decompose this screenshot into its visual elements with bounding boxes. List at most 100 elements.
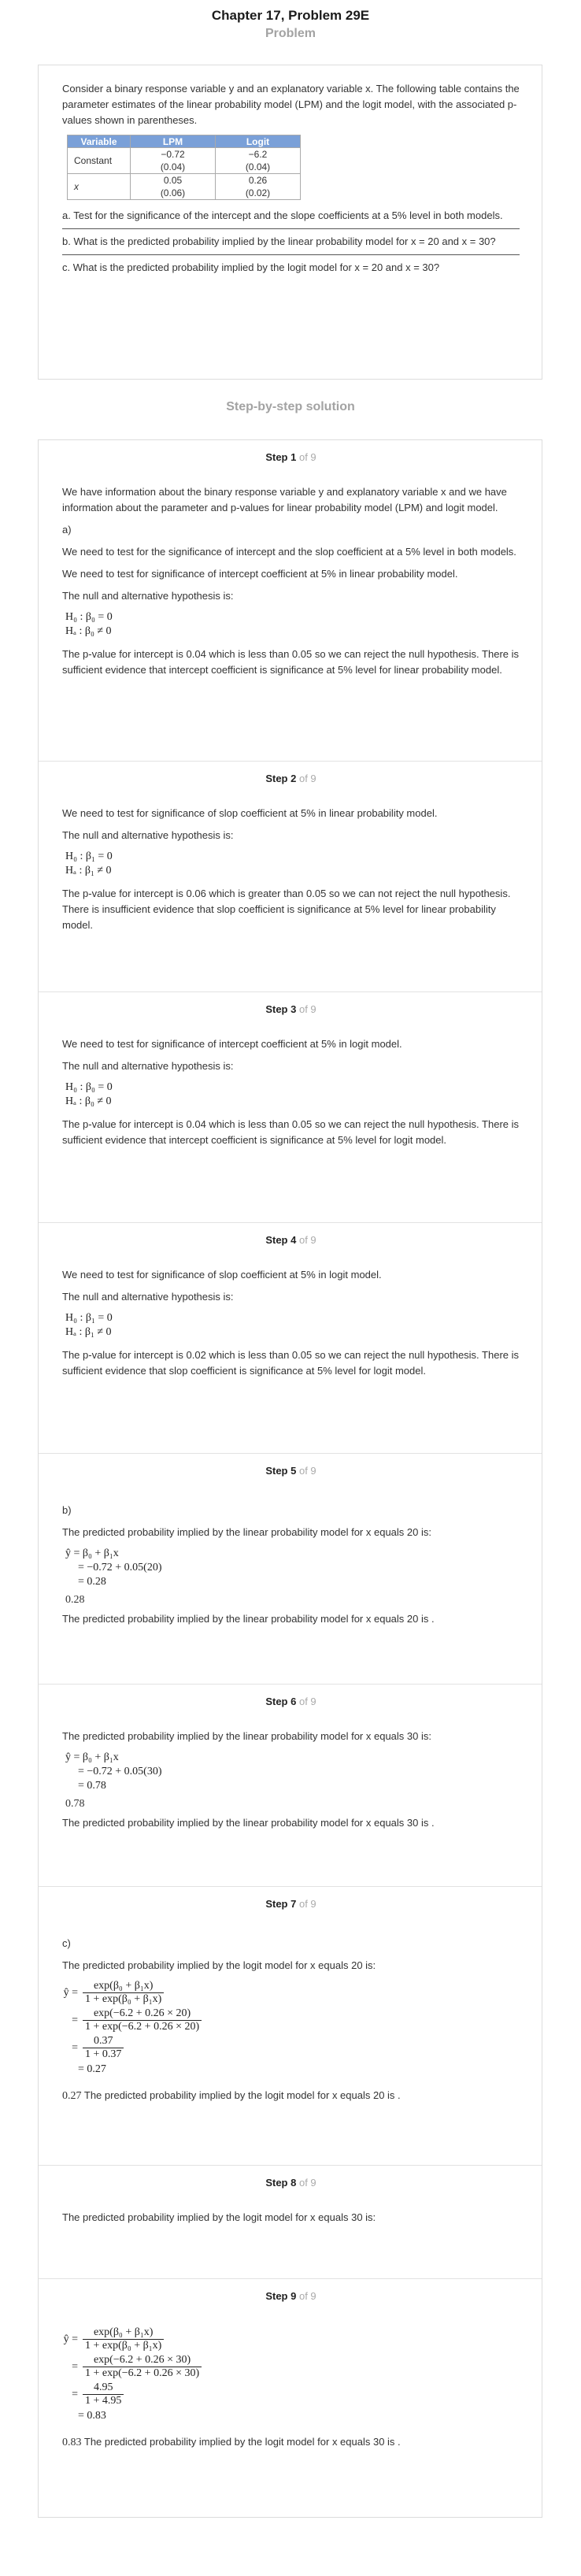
- cell-pvalue: (0.04): [245, 161, 271, 172]
- equation-line: ŷ = exp(β₀ + β₁x) 1 + exp(β₀ + β₁x): [62, 1980, 520, 2006]
- problem-part-a: a. Test for the significance of the inte…: [62, 209, 503, 221]
- step-header: Step 7 of 9: [62, 1887, 520, 1931]
- equation-line: = 0.37 1 + 0.37: [62, 2035, 520, 2061]
- parameter-table: Variable LPM Logit Constant −0.72 (0.04) …: [67, 135, 301, 200]
- step-7: Step 7 of 9 c) The predicted probability…: [39, 1887, 542, 2166]
- denominator: 1 + exp(−6.2 + 0.26 × 30): [85, 2367, 200, 2379]
- equation-line: = −0.72 + 0.05(30): [78, 1766, 162, 1777]
- final-answer: 0.78: [65, 1798, 85, 1810]
- numerator: exp(−6.2 + 0.26 × 20): [83, 2007, 202, 2021]
- step-count: of 9: [298, 451, 316, 463]
- table-row: Constant −0.72 (0.04) −6.2 (0.04): [67, 147, 301, 174]
- step-conclusion: 0.83 The predicted probability implied b…: [62, 2434, 520, 2451]
- step-text: The predicted probability implied by the…: [83, 2089, 401, 2101]
- equation-line: = 0.83: [78, 2410, 106, 2422]
- step-text: We need to test for significance of inte…: [62, 568, 458, 580]
- equation-line: ŷ = β₀ + β₁x: [65, 1751, 119, 1763]
- step-5: Step 5 of 9 b) The predicted probability…: [39, 1454, 542, 1685]
- step-text: The predicted probability implied by the…: [62, 1526, 431, 1538]
- step-6: Step 6 of 9 The predicted probability im…: [39, 1685, 542, 1887]
- step-count: of 9: [298, 1696, 316, 1707]
- table-header: Logit: [215, 135, 301, 148]
- table-cell: Constant: [67, 147, 131, 174]
- final-answer: 0.83: [62, 2437, 82, 2448]
- equation-line: = −0.72 + 0.05(20): [78, 1562, 162, 1573]
- fraction: 4.95 1 + 4.95: [83, 2381, 124, 2407]
- denominator: 1 + exp(β₀ + β₁x): [85, 2340, 162, 2352]
- step-header: Step 2 of 9: [62, 762, 520, 806]
- table-cell: −6.2 (0.04): [215, 147, 301, 174]
- problem-intro: Consider a binary response variable y an…: [62, 83, 520, 126]
- fraction: 0.37 1 + 0.37: [83, 2035, 124, 2061]
- denominator: 1 + 0.37: [85, 2048, 122, 2060]
- step-header: Step 1 of 9: [62, 440, 520, 484]
- page-title: Chapter 17, Problem 29E: [211, 8, 370, 23]
- null-hypothesis: H₀ : β₀ = 0: [65, 611, 113, 623]
- logit-formula: ŷ = exp(β₀ + β₁x) 1 + exp(β₀ + β₁x) = exp(−…: [62, 2326, 520, 2423]
- problem-part-b: b. What is the predicted probability imp…: [62, 235, 496, 247]
- table-header: LPM: [130, 135, 216, 148]
- step-label: Step 1: [265, 451, 297, 463]
- cell-value: 0.05: [163, 175, 183, 186]
- step-label: Step 7: [265, 1898, 297, 1910]
- null-hypothesis: H₀ : β₀ = 0: [65, 1081, 113, 1093]
- step-text: The null and alternative hypothesis is:: [62, 1060, 234, 1072]
- step-header: Step 6 of 9: [62, 1685, 520, 1729]
- table-cell: 0.05 (0.06): [130, 173, 216, 200]
- problem-heading: Problem: [265, 27, 316, 40]
- cell-value: −0.72: [161, 149, 185, 160]
- denominator: 1 + exp(β₀ + β₁x): [85, 1993, 162, 2005]
- step-text: We need to test for significance of slop…: [62, 807, 438, 819]
- problem-card: Consider a binary response variable y an…: [38, 65, 542, 380]
- solution-heading: Step-by-step solution: [226, 400, 355, 413]
- step-8: Step 8 of 9 The predicted probability im…: [39, 2166, 542, 2279]
- step-text: The p-value for intercept is 0.04 which …: [62, 648, 520, 676]
- equation-line: = 0.28: [78, 1576, 106, 1588]
- step-count: of 9: [298, 1234, 316, 1246]
- step-count: of 9: [298, 1898, 316, 1910]
- cell-value: −6.2: [248, 149, 268, 160]
- numerator: exp(−6.2 + 0.26 × 30): [83, 2354, 202, 2367]
- solution-steps: Step 1 of 9 We have information about th…: [38, 439, 542, 2518]
- step-text: The predicted probability implied by the…: [83, 2436, 401, 2448]
- step-3: Step 3 of 9 We need to test for signific…: [39, 992, 542, 1223]
- step-label: Step 2: [265, 773, 297, 784]
- final-answer: 0.28: [65, 1594, 85, 1606]
- alt-hypothesis: Hₐ : β₀ ≠ 0: [65, 1095, 112, 1107]
- step-header: Step 5 of 9: [62, 1454, 520, 1498]
- numerator: exp(β₀ + β₁x): [83, 2326, 165, 2340]
- step-text: The predicted probability implied by the…: [62, 1959, 376, 1971]
- part-label: b): [62, 1504, 72, 1516]
- step-header: Step 8 of 9: [62, 2166, 520, 2210]
- step-label: Step 5: [265, 1465, 297, 1477]
- step-text: The p-value for intercept is 0.04 which …: [62, 1118, 520, 1146]
- step-9: Step 9 of 9 ŷ = exp(β₀ + β₁x) 1 + exp(β₀ +…: [39, 2279, 542, 2517]
- cell-pvalue: (0.06): [160, 187, 186, 198]
- cell-pvalue: (0.02): [245, 187, 271, 198]
- equation-line: = 4.95 1 + 4.95: [62, 2381, 520, 2407]
- problem-part-c: c. What is the predicted probability imp…: [62, 261, 440, 273]
- table-header: Variable: [67, 135, 131, 148]
- step-text: The null and alternative hypothesis is:: [62, 829, 234, 841]
- equation-line: = exp(−6.2 + 0.26 × 20) 1 + exp(−6.2 + 0.2…: [62, 2007, 520, 2033]
- step-header: Step 9 of 9: [62, 2279, 520, 2323]
- table-cell: −0.72 (0.04): [130, 147, 216, 174]
- step-text: We need to test for the significance of …: [62, 546, 516, 558]
- alt-hypothesis: Hₐ : β₀ ≠ 0: [65, 625, 112, 637]
- step-header: Step 4 of 9: [62, 1223, 520, 1267]
- fraction: exp(−6.2 + 0.26 × 30) 1 + exp(−6.2 + 0.26…: [83, 2354, 202, 2380]
- part-label: a): [62, 524, 72, 536]
- cell-value: 0.26: [248, 175, 268, 186]
- part-label: c): [62, 1937, 71, 1949]
- step-count: of 9: [298, 1003, 316, 1015]
- step-count: of 9: [298, 1465, 316, 1477]
- step-4: Step 4 of 9 We need to test for signific…: [39, 1223, 542, 1454]
- step-label: Step 6: [265, 1696, 297, 1707]
- numerator: exp(β₀ + β₁x): [83, 1980, 165, 1993]
- step-text: The predicted probability implied by the…: [62, 1730, 431, 1742]
- step-text: The predicted probability implied by the…: [62, 1613, 435, 1625]
- table-cell: 0.26 (0.02): [215, 173, 301, 200]
- step-text: The p-value for intercept is 0.02 which …: [62, 1349, 520, 1377]
- alt-hypothesis: Hₐ : β₁ ≠ 0: [65, 1326, 112, 1338]
- final-answer: 0.27: [62, 2090, 82, 2102]
